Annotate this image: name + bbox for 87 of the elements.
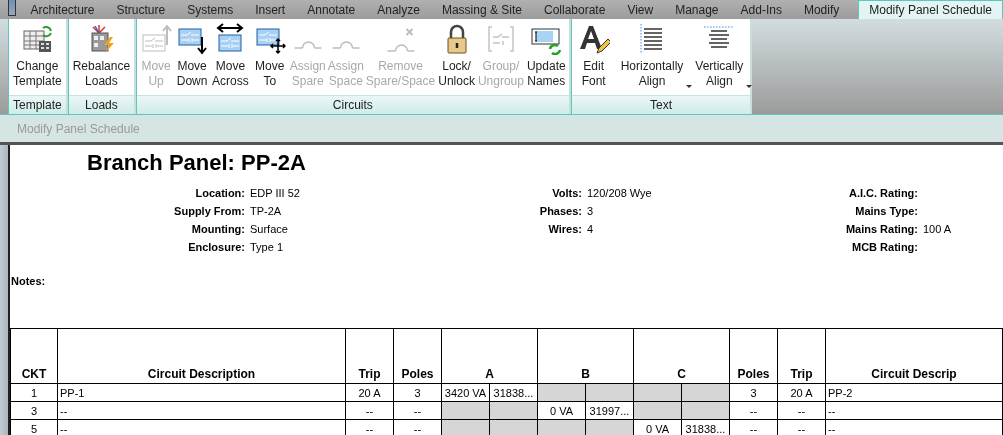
field-label: Location: [194,187,245,199]
ribbon-button[interactable]: Lock/ Unlock [436,19,477,95]
table-cell: -- [825,419,1003,435]
table-cell: -- [729,401,778,420]
field-label: MCB Rating: [851,241,918,253]
field-value: 100 A [923,223,953,235]
table-refresh-icon [21,23,54,55]
ribbon-tab[interactable]: Annotate [296,0,367,19]
field-label: Supply From: [173,205,245,217]
field-label: Mains Type: [854,205,918,217]
table-cell: -- [57,401,346,420]
table-cell: 3420 VA [441,383,490,402]
ribbon-button[interactable]: Change Template [10,19,65,95]
ribbon-tab[interactable]: Manage [664,0,730,19]
table-cell: -- [345,401,394,420]
table-cell: 3 [10,401,58,420]
letter-pencil-icon [577,23,610,55]
ribbon-tab[interactable]: Modify Panel Schedule [858,0,1003,19]
ribbon-button[interactable]: Edit Font [572,19,615,95]
panel-title: Template [9,95,66,114]
table-cell: -- [57,419,346,435]
table-cell: 31997... [585,401,634,420]
column-header: Poles [729,328,778,384]
column-header: Circuit Description [57,328,346,384]
options-bar-title: Modify Panel Schedule [17,121,140,136]
field-value: 3 [587,205,595,217]
column-header: Circuit Descrip [825,328,1003,384]
notes-label: Notes: [11,275,47,289]
table-cell: 20 A [345,383,394,402]
table-cell: 3 [729,383,778,402]
ribbon-button[interactable]: Horizontally Align [614,19,690,95]
field-value: TP-2A [250,205,283,217]
field-value: 4 [587,223,595,235]
table-cell: PP-2 [825,383,1003,402]
ribbon-tab[interactable]: Analyze [366,0,431,19]
ribbon-button[interactable]: Update Names [524,19,568,95]
table-cell: -- [777,401,826,420]
field-label: A.I.C. Rating: [847,187,918,199]
column-header: CKT [10,328,58,384]
table-cell: 1 [10,383,58,402]
ribbon-button[interactable]: Move Across [210,19,251,95]
field-label: Mounting: [190,223,245,235]
column-header: Poles [393,328,442,384]
column-header: A [441,328,538,384]
table-cell: 31838... [489,383,538,402]
field-label: Volts: [551,187,582,199]
table-cell: 5 [10,419,58,435]
ribbon-tab[interactable]: Structure [105,0,177,19]
field-value: 120/208 Wye [587,187,653,199]
field-label: Wires: [547,223,582,235]
table-cell: 0 VA [537,401,586,420]
panel-title: Loads [68,95,135,114]
ribbon-button[interactable]: Move Down [174,19,211,95]
arc-x-icon [386,28,415,52]
panel-title: Text [571,95,751,114]
column-header: Trip [345,328,394,384]
ribbon-button[interactable]: Vertically Align [689,19,750,95]
field-label: Phases: [538,205,582,217]
table-cell: 20 A [777,383,826,402]
arc-icon [293,41,322,49]
table-cell: PP-1 [57,383,346,402]
field-value: EDP III 52 [250,187,301,199]
ribbon-tab[interactable]: Modify [792,0,851,19]
table-cell: -- [393,401,442,420]
ribbon-tab[interactable]: Insert [244,0,297,19]
ribbon-button[interactable]: Move To [250,19,289,95]
column-header: B [537,328,634,384]
ribbon-tab[interactable]: Massing & Site [430,0,533,19]
ribbon-tab[interactable]: Architecture [19,0,106,19]
ribbon-tab[interactable]: Add-Ins [729,0,793,19]
field-value: Surface [250,223,289,235]
app-menu-button[interactable] [8,0,17,16]
field-label: Mains Rating: [844,223,918,235]
field-value: Type 1 [250,241,285,253]
column-header: C [633,328,730,384]
ribbon-tab[interactable]: Systems [176,0,245,19]
panel-title: Circuits [137,95,569,114]
table-cell: -- [825,401,1003,420]
ribbon-button[interactable]: Rebalance Loads [69,19,134,95]
circuit-up-arrow-icon [140,23,173,55]
field-label: Enclosure: [187,241,245,253]
ribbon-tab[interactable]: View [616,0,665,19]
table-cell: 3 [393,383,442,402]
arc-icon [331,41,360,49]
column-header: Trip [777,328,826,384]
ribbon-tab[interactable]: Collaborate [533,0,617,19]
panel-title: Branch Panel: PP-2A [87,149,307,177]
